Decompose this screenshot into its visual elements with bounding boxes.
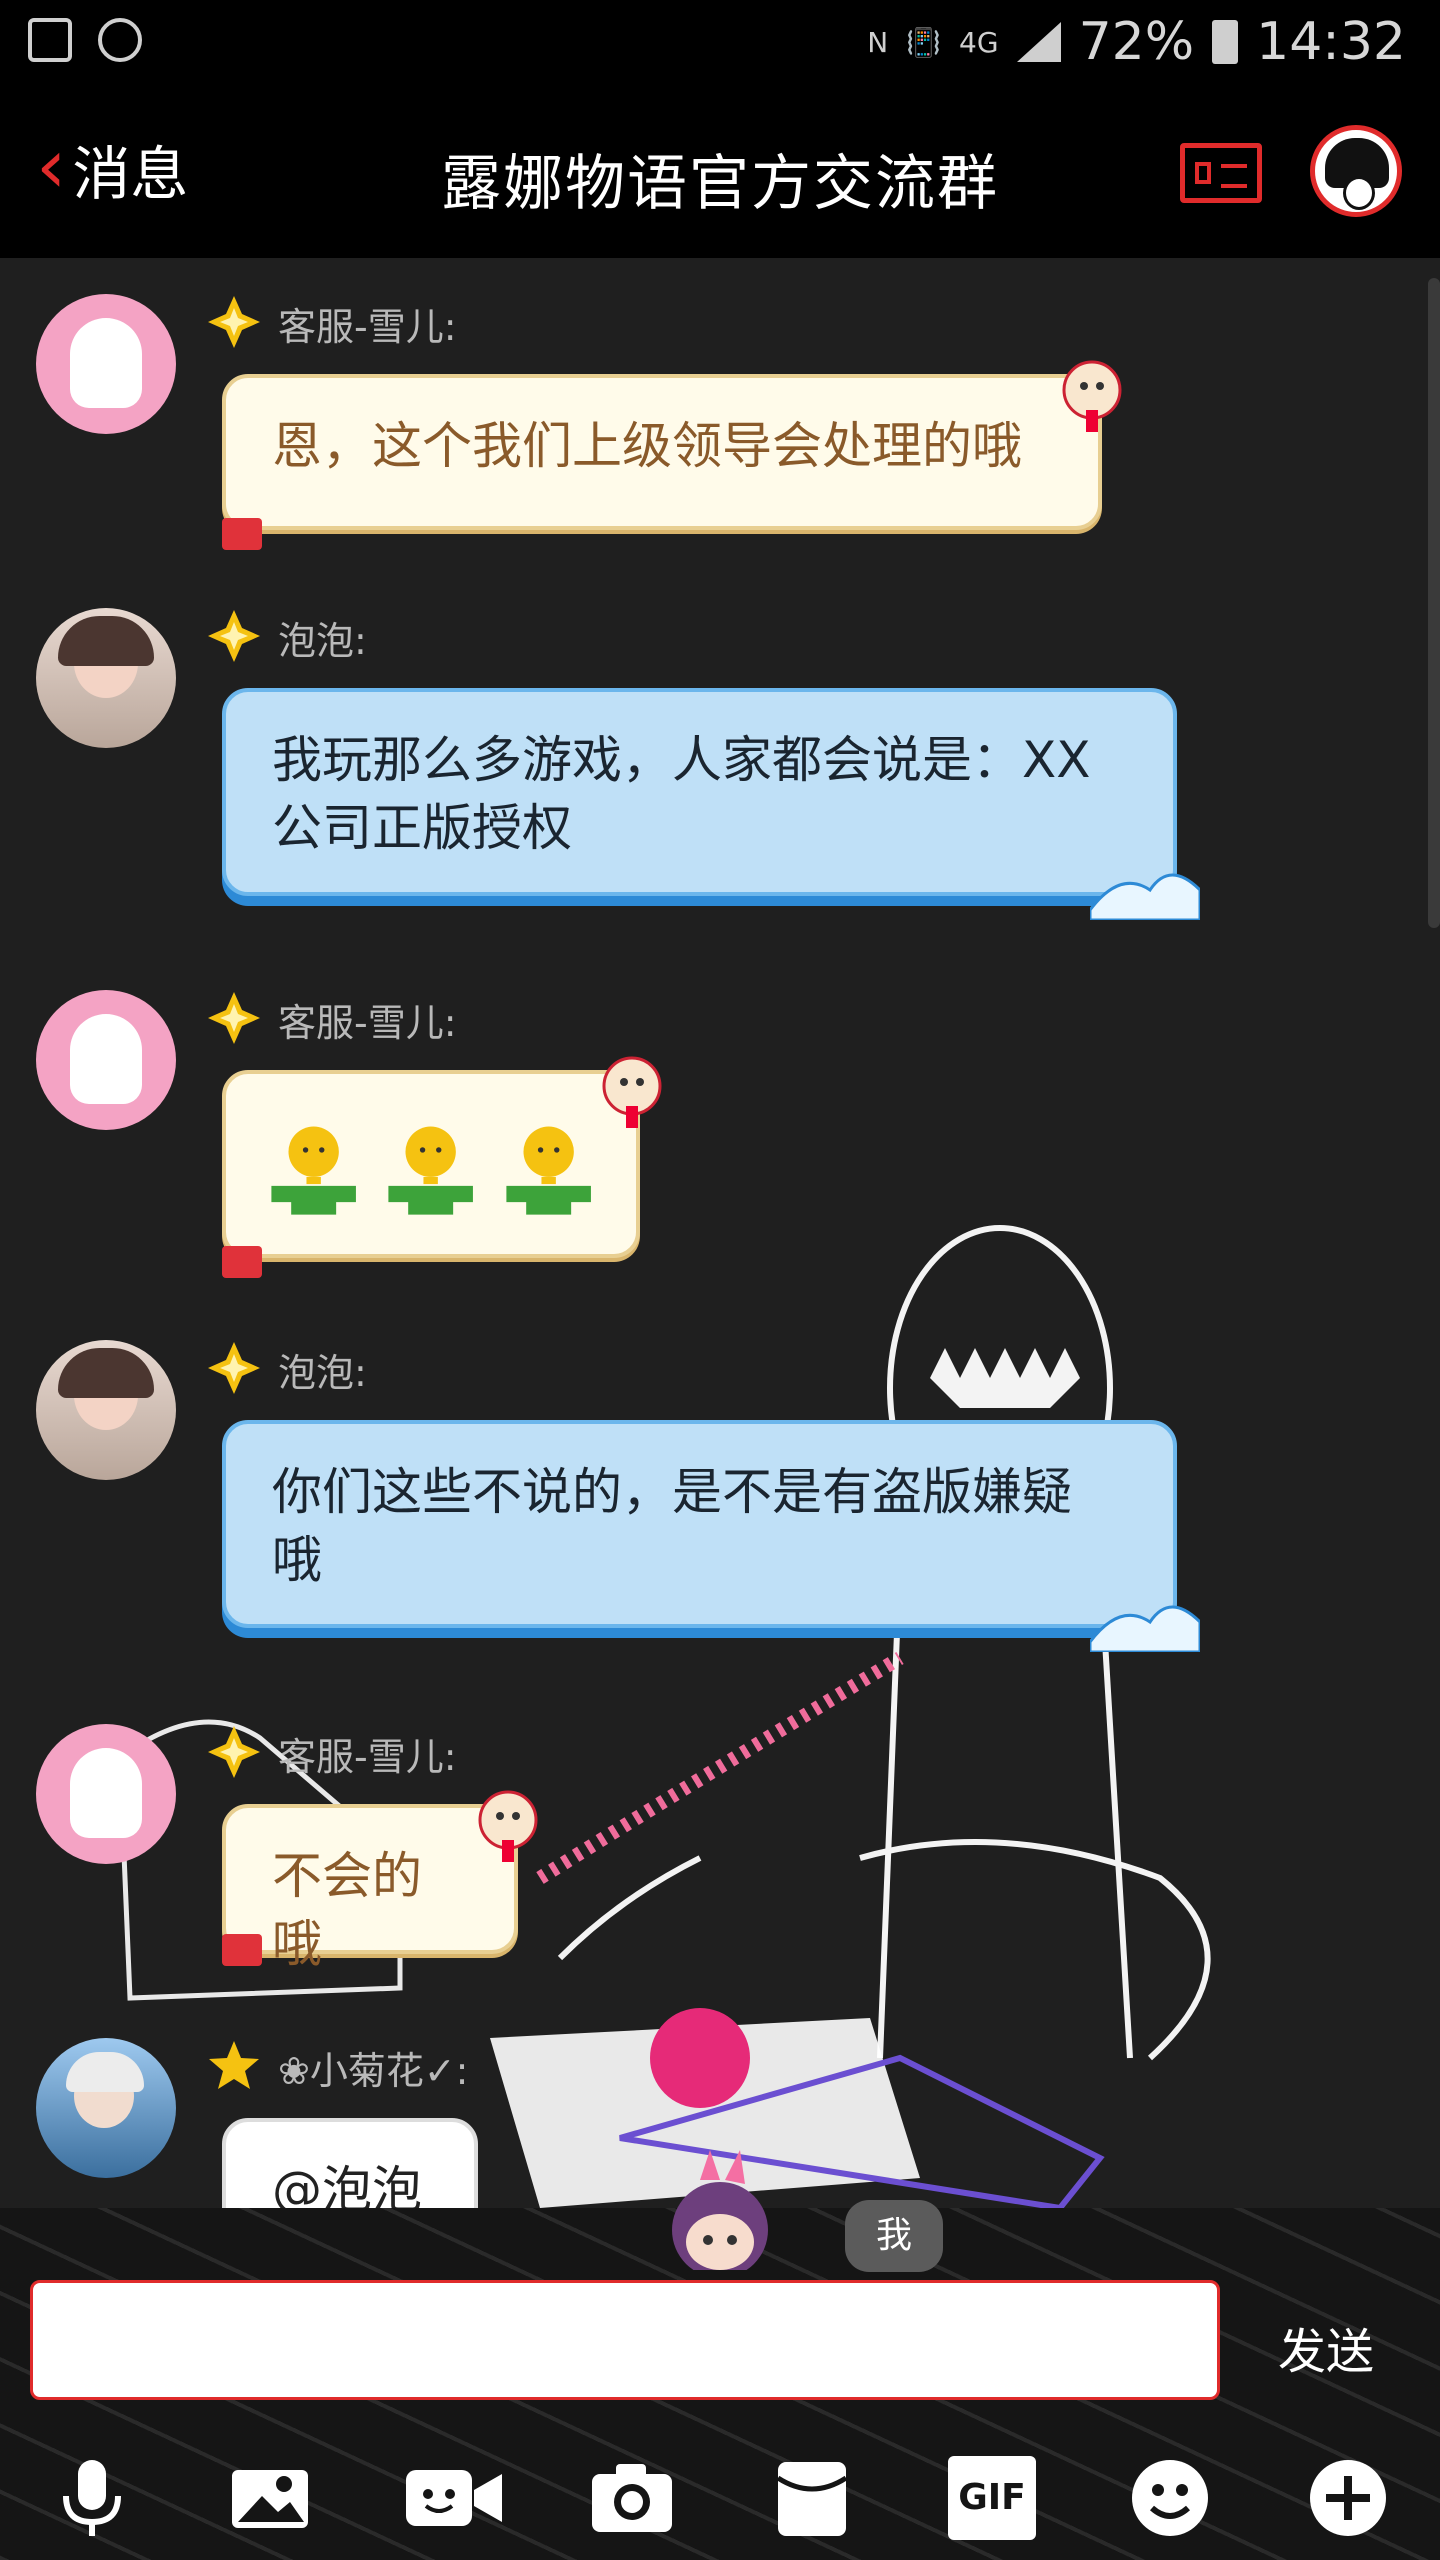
photo-album-button[interactable] (228, 2456, 312, 2540)
red-envelope-decoration-icon (222, 1934, 262, 1966)
status-bar: N 📳 4G 72% 14:32 (0, 0, 1440, 85)
wave-decoration-icon (1090, 1605, 1200, 1652)
mascot-girl-icon (672, 2150, 768, 2270)
sender-name: 客服-雪儿: (278, 305, 457, 349)
red-envelope-decoration-icon (222, 518, 262, 550)
sender-name: 客服-雪儿: (278, 1001, 457, 1045)
clock-time: 14:32 (1256, 12, 1406, 72)
person-emoji (506, 1126, 591, 1215)
sender-avatar[interactable] (36, 294, 176, 434)
message-input[interactable] (30, 2280, 1220, 2400)
landscape-icon (232, 2470, 308, 2528)
red-envelope-decoration-icon (222, 1246, 262, 1278)
more-button[interactable] (1306, 2456, 1390, 2540)
sender-name: 泡泡: (278, 1351, 367, 1395)
red-packet-button[interactable] (770, 2456, 854, 2540)
emoji-row (266, 1114, 596, 1220)
battery-icon (1212, 20, 1239, 64)
gallery-icon (28, 18, 72, 62)
input-toolbar: GIF (0, 2430, 1440, 2560)
message-bubble[interactable]: 我玩那么多游戏，人家都会说是：XX 公司正版授权 (222, 688, 1177, 896)
smiley-icon (1132, 2460, 1208, 2536)
sheep-decoration-icon (602, 1056, 662, 1128)
message-bubble[interactable] (222, 1070, 640, 1258)
chat-area[interactable]: 客服-雪儿: 恩，这个我们上级领导会处理的哦 泡泡: 我玩那么多游戏，人家都会说… (0, 258, 1440, 2208)
gold-diamond-icon (208, 296, 260, 348)
person-emoji (271, 1126, 356, 1215)
microphone-icon (63, 2460, 121, 2536)
video-call-button[interactable] (404, 2456, 504, 2540)
battery-percent: 72% (1078, 12, 1195, 72)
gold-diamond-icon (208, 610, 260, 662)
gold-diamond-icon (208, 992, 260, 1044)
sender-name: 泡泡: (278, 619, 367, 663)
me-tag[interactable]: 我 (845, 2200, 943, 2272)
gif-button[interactable]: GIF (948, 2456, 1036, 2540)
plus-icon (1310, 2460, 1386, 2536)
status-right: N 📳 4G 72% 14:32 (867, 12, 1406, 72)
sender-avatar[interactable] (36, 990, 176, 1130)
voice-button[interactable] (50, 2456, 134, 2540)
sender-name: 客服-雪儿: (278, 1735, 457, 1779)
message-bubble[interactable]: 恩，这个我们上级领导会处理的哦 (222, 374, 1102, 530)
send-button[interactable]: 发送 (1278, 2312, 1374, 2382)
gold-star-icon (209, 2041, 259, 2089)
wave-decoration-icon (1090, 873, 1200, 920)
camera-button[interactable] (590, 2456, 674, 2540)
emoji-button[interactable] (1128, 2456, 1212, 2540)
gold-diamond-icon (208, 1342, 260, 1394)
sender-avatar[interactable] (36, 2038, 176, 2178)
person-emoji (388, 1126, 474, 1215)
sender-name: ❀小菊花✓: (278, 2049, 469, 2093)
alarm-icon (98, 18, 142, 62)
group-card-icon[interactable] (1180, 143, 1262, 203)
envelope-icon (776, 2462, 848, 2536)
vibrate-icon: 📳 (906, 25, 942, 59)
network-type: 4G (959, 25, 999, 59)
gold-diamond-icon (208, 1726, 260, 1778)
group-avatar-icon[interactable] (1310, 125, 1402, 217)
title-bar: ‹ 消息 露娜物语官方交流群 (0, 85, 1440, 260)
sender-avatar[interactable] (36, 1340, 176, 1480)
sender-avatar[interactable] (36, 608, 176, 748)
signal-icon (1016, 22, 1061, 62)
status-left-icons (28, 18, 142, 62)
background-illustration (117, 1225, 1211, 2208)
sender-avatar[interactable] (36, 1724, 176, 1864)
scrollbar[interactable] (1428, 278, 1440, 928)
sheep-decoration-icon (478, 1790, 538, 1862)
nfc-icon: N (867, 25, 889, 59)
video-camera-icon (406, 2470, 502, 2526)
message-bubble[interactable]: 你们这些不说的，是不是有盗版嫌疑 哦 (222, 1420, 1177, 1628)
sheep-decoration-icon (1062, 360, 1122, 432)
message-bubble[interactable]: @泡泡 (222, 2118, 478, 2208)
camera-icon (592, 2464, 672, 2532)
